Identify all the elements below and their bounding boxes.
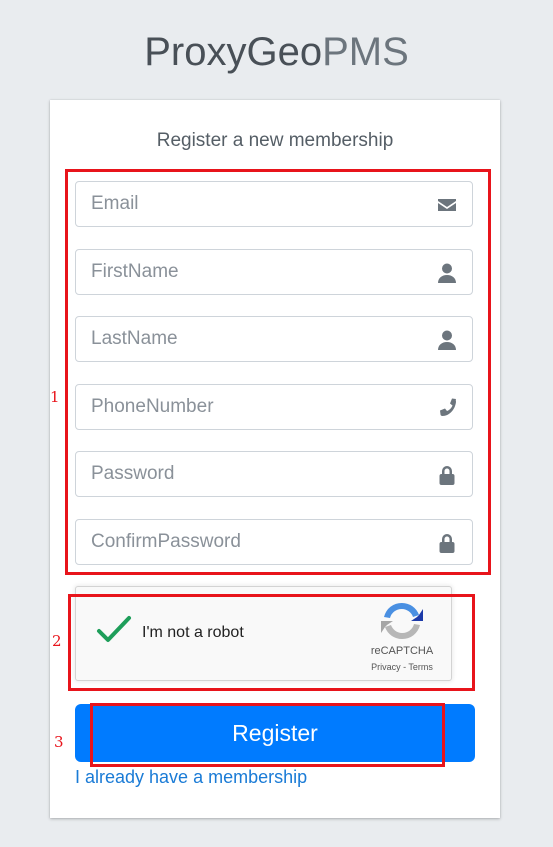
annotation-label-1: 1 bbox=[50, 388, 60, 406]
annotation-box-2 bbox=[68, 594, 475, 691]
annotation-label-3: 3 bbox=[54, 733, 64, 751]
login-link[interactable]: I already have a membership bbox=[75, 767, 307, 788]
app-logo: ProxyGeoPMS bbox=[0, 28, 553, 76]
logo-light: PMS bbox=[322, 30, 409, 74]
card-title: Register a new membership bbox=[156, 130, 394, 151]
annotation-box-3 bbox=[90, 703, 445, 767]
annotation-box-1 bbox=[65, 169, 491, 575]
logo-bold: ProxyGeo bbox=[144, 30, 323, 74]
annotation-label-2: 2 bbox=[52, 632, 62, 650]
